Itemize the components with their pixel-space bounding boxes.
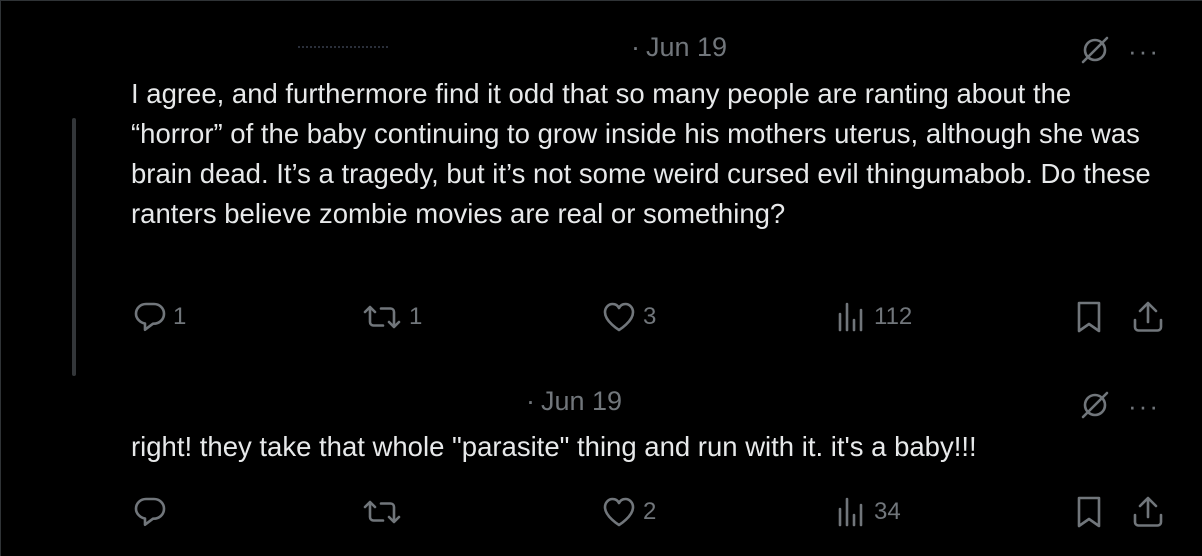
repost-icon bbox=[363, 305, 401, 329]
action-bar: 2 34 bbox=[0, 495, 1202, 535]
reply-icon bbox=[134, 497, 166, 526]
grok-icon[interactable] bbox=[1080, 390, 1110, 420]
reply-count: 1 bbox=[173, 303, 187, 330]
repost-button[interactable] bbox=[361, 495, 409, 529]
grok-icon[interactable] bbox=[1080, 35, 1110, 65]
bookmark-button[interactable] bbox=[1074, 495, 1104, 529]
bookmark-icon bbox=[1077, 301, 1101, 333]
views-button[interactable]: 34 bbox=[836, 495, 901, 529]
reply-icon bbox=[134, 302, 166, 331]
action-bar: 1 1 3 112 bbox=[0, 300, 1202, 340]
date-separator: · bbox=[631, 32, 640, 62]
like-count: 3 bbox=[643, 303, 657, 330]
share-icon bbox=[1133, 301, 1163, 332]
bookmark-icon bbox=[1077, 496, 1101, 528]
like-button[interactable]: 3 bbox=[601, 300, 656, 334]
like-count: 2 bbox=[643, 498, 657, 525]
date-label: Jun 19 bbox=[646, 32, 728, 62]
share-button[interactable] bbox=[1131, 300, 1165, 334]
more-icon[interactable]: ··· bbox=[1128, 393, 1160, 419]
repost-icon bbox=[363, 500, 401, 524]
tweet-date[interactable]: · Jun 19 bbox=[526, 386, 622, 417]
tweet-text: I agree, and furthermore find it odd tha… bbox=[131, 78, 1151, 229]
like-icon bbox=[603, 497, 635, 527]
views-count: 112 bbox=[874, 303, 913, 330]
more-icon[interactable]: ··· bbox=[1128, 38, 1160, 64]
bookmark-button[interactable] bbox=[1074, 300, 1104, 334]
views-icon bbox=[838, 497, 863, 527]
share-button[interactable] bbox=[1131, 495, 1165, 529]
reply-button[interactable] bbox=[133, 495, 173, 529]
author-name-faded bbox=[298, 44, 388, 48]
share-icon bbox=[1133, 496, 1163, 527]
reply-button[interactable]: 1 bbox=[133, 300, 186, 334]
date-separator: · bbox=[526, 386, 535, 416]
views-icon bbox=[838, 302, 863, 332]
date-label: Jun 19 bbox=[541, 386, 623, 416]
like-button[interactable]: 2 bbox=[601, 495, 656, 529]
views-count: 34 bbox=[874, 498, 901, 525]
tweet-date[interactable]: · Jun 19 bbox=[631, 32, 727, 63]
tweet-text: right! they take that whole "parasite" t… bbox=[131, 431, 977, 462]
like-icon bbox=[603, 302, 635, 332]
repost-button[interactable]: 1 bbox=[361, 300, 422, 334]
repost-count: 1 bbox=[409, 303, 423, 330]
views-button[interactable]: 112 bbox=[836, 300, 912, 334]
